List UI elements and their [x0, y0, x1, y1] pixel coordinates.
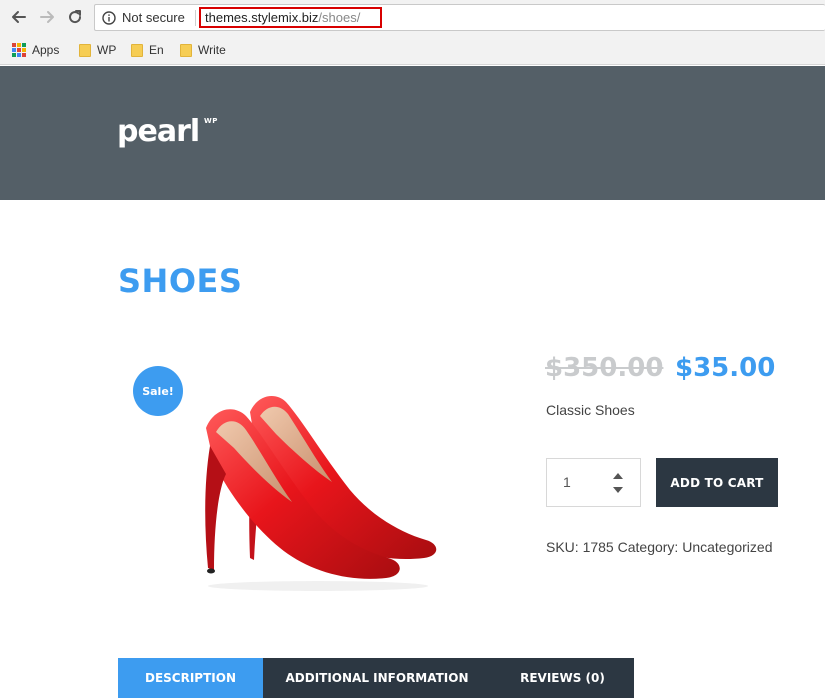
back-arrow-icon	[12, 11, 26, 23]
forward-button[interactable]	[36, 6, 58, 28]
url-path: /shoes/	[318, 10, 361, 25]
quantity-stepper[interactable]: 1	[546, 458, 641, 507]
product-tabs: DESCRIPTION ADDITIONAL INFORMATION REVIE…	[118, 658, 634, 698]
folder-icon	[79, 43, 91, 57]
bookmark-apps[interactable]: Apps	[12, 41, 59, 59]
bookmark-label: Write	[198, 43, 226, 57]
sale-price: $35.00	[675, 353, 776, 383]
page-title: SHOES	[118, 262, 243, 300]
regular-price: $350.00	[545, 353, 664, 383]
shoe-shadow	[208, 581, 428, 591]
caret-down-icon[interactable]	[613, 487, 623, 493]
info-icon[interactable]	[102, 11, 116, 25]
bookmark-label: En	[149, 43, 164, 57]
folder-icon	[180, 43, 192, 57]
reload-button[interactable]	[64, 6, 86, 28]
url-text[interactable]: themes.stylemix.biz/shoes/	[205, 10, 360, 25]
back-button[interactable]	[8, 6, 30, 28]
apps-grid-icon	[12, 43, 26, 57]
category-label: Category:	[617, 539, 679, 555]
sku-value: 1785	[582, 539, 614, 555]
folder-icon	[131, 43, 143, 57]
site-header: pearl WP	[0, 66, 825, 200]
bookmark-label: Apps	[32, 43, 60, 57]
address-bar[interactable]: Not secure themes.stylemix.biz/shoes/	[94, 4, 825, 31]
bookmark-label: WP	[97, 43, 117, 57]
site-logo[interactable]: pearl	[117, 114, 200, 150]
bookmark-wp[interactable]: WP	[79, 41, 116, 59]
url-host: themes.stylemix.biz	[205, 10, 319, 25]
bookmark-write[interactable]: Write	[180, 41, 226, 59]
product-meta: SKU: 1785 Category: Uncategorized	[546, 539, 773, 555]
security-status: Not secure	[122, 10, 185, 25]
browser-toolbar: Not secure themes.stylemix.biz/shoes/	[0, 0, 825, 35]
sku-label: SKU:	[546, 539, 579, 555]
category-link[interactable]: Uncategorized	[682, 539, 772, 555]
site-logo-sup: WP	[204, 117, 218, 125]
product-short-description: Classic Shoes	[546, 402, 635, 418]
bookmark-en[interactable]: En	[131, 41, 164, 59]
quantity-value[interactable]: 1	[563, 474, 571, 490]
forward-arrow-icon	[40, 11, 54, 23]
sale-badge: Sale!	[133, 366, 183, 416]
caret-up-icon[interactable]	[613, 473, 623, 479]
add-to-cart-button[interactable]: ADD TO CART	[656, 458, 778, 507]
tab-reviews[interactable]: REVIEWS (0)	[491, 658, 634, 698]
bookmarks-bar: Apps WP En Write	[0, 35, 825, 65]
reload-icon	[69, 10, 82, 24]
tab-description[interactable]: DESCRIPTION	[118, 658, 263, 698]
tab-additional-information[interactable]: ADDITIONAL INFORMATION	[263, 658, 491, 698]
omnibox-divider	[195, 10, 196, 26]
